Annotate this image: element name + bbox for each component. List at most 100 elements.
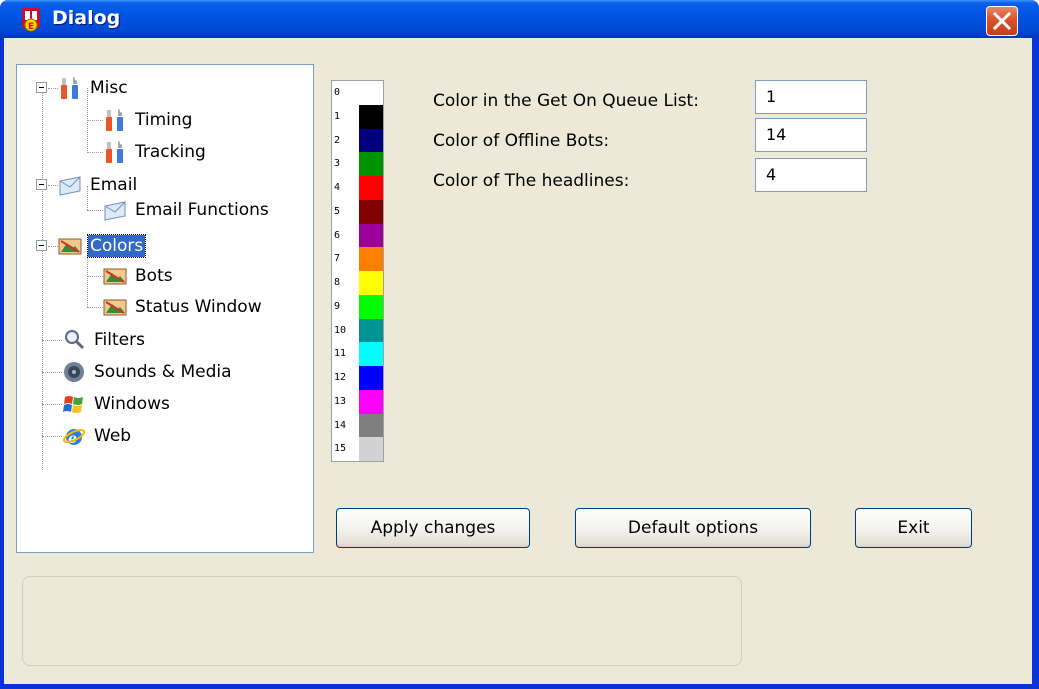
tree-item-email[interactable]: Email	[58, 171, 139, 199]
status-panel	[22, 576, 742, 666]
palette-picture-icon	[103, 268, 127, 285]
close-button[interactable]	[986, 6, 1018, 36]
tree-item-filters[interactable]: Filters	[62, 326, 147, 354]
colors-collapse-toggle[interactable]	[36, 240, 47, 251]
palette-index: 11	[334, 348, 347, 360]
palette-row: 8	[332, 271, 383, 295]
color-palette: 0 1 2 3 4 5 6 7 8 9 10 11 12 13 14 15	[331, 80, 384, 462]
tools-icon	[106, 109, 123, 131]
palette-index: 7	[334, 253, 341, 265]
email-collapse-toggle[interactable]	[36, 179, 47, 190]
palette-row: 4	[332, 176, 383, 200]
palette-row: 14	[332, 413, 383, 438]
palette-row: 0	[332, 81, 383, 105]
palette-index: 0	[334, 87, 341, 98]
palette-picture-icon	[58, 238, 82, 255]
tree-item-label: Tracking	[135, 142, 206, 162]
envelope-icon	[59, 176, 81, 196]
settings-tree[interactable]: Misc Timing Tracking Email Email Functio…	[16, 64, 314, 553]
palette-index: 5	[334, 205, 341, 217]
palette-index: 2	[334, 134, 341, 146]
offline-bots-color-label: Color of Offline Bots:	[433, 131, 610, 151]
app-icon: E	[22, 8, 40, 32]
palette-row: 12	[332, 366, 383, 390]
palette-row: 9	[332, 294, 383, 319]
tree-item-label: Sounds & Media	[94, 362, 232, 382]
palette-swatch	[359, 128, 383, 153]
palette-swatch	[359, 176, 383, 200]
palette-picture-icon	[103, 299, 127, 316]
headlines-color-input[interactable]: 4	[755, 158, 867, 192]
tree-item-label: Timing	[135, 110, 193, 130]
palette-index: 12	[334, 372, 347, 383]
tree-item-timing[interactable]: Timing	[103, 106, 194, 134]
palette-index: 13	[334, 395, 347, 407]
tree-item-label: Misc	[90, 78, 128, 98]
palette-index: 8	[334, 277, 341, 288]
palette-row: 10	[332, 318, 383, 343]
tree-item-label: Web	[94, 426, 132, 446]
tree-item-windows[interactable]: Windows	[62, 390, 172, 418]
palette-swatch	[359, 413, 383, 438]
tree-item-email-functions[interactable]: Email Functions	[103, 196, 271, 224]
palette-swatch	[359, 294, 383, 319]
ie-globe-icon: e	[62, 429, 86, 447]
tools-icon	[61, 77, 78, 99]
exit-button[interactable]: Exit	[855, 508, 972, 548]
palette-row: 2	[332, 128, 383, 153]
palette-row: 7	[332, 247, 383, 271]
palette-row: 15	[332, 437, 383, 461]
palette-swatch	[359, 104, 383, 129]
tree-item-label: Bots	[135, 266, 173, 286]
magnifier-icon	[65, 330, 85, 350]
palette-index: 14	[334, 419, 347, 431]
tools-icon	[106, 141, 123, 163]
palette-row: 11	[332, 342, 383, 366]
tree-item-bots[interactable]: Bots	[103, 262, 175, 290]
offline-bots-color-input[interactable]: 14	[755, 118, 867, 152]
queue-list-color-label: Color in the Get On Queue List:	[433, 91, 699, 111]
palette-index: 10	[334, 324, 347, 336]
windows-flag-icon	[63, 396, 83, 413]
palette-index: 1	[334, 110, 341, 122]
palette-index: 9	[334, 300, 341, 312]
title-bar[interactable]: E Dialog	[0, 0, 1039, 38]
palette-swatch	[359, 152, 383, 176]
palette-row: 5	[332, 199, 383, 224]
svg-text:E: E	[28, 22, 34, 32]
close-icon	[992, 11, 1012, 31]
tree-item-tracking[interactable]: Tracking	[103, 138, 208, 166]
palette-swatch	[359, 81, 383, 105]
palette-swatch	[359, 389, 383, 414]
palette-swatch	[359, 366, 383, 390]
window-title: Dialog	[52, 7, 121, 29]
tree-item-label: Filters	[94, 330, 145, 350]
palette-index: 4	[334, 182, 341, 193]
palette-row: 3	[332, 152, 383, 176]
apply-changes-button[interactable]: Apply changes	[336, 508, 530, 548]
default-options-button[interactable]: Default options	[575, 508, 811, 548]
palette-index: 6	[334, 229, 341, 241]
tree-item-web[interactable]: e Web	[62, 422, 133, 450]
queue-list-color-input[interactable]: 1	[755, 80, 867, 114]
tree-item-sounds-media[interactable]: Sounds & Media	[62, 358, 234, 386]
palette-swatch	[359, 199, 383, 224]
palette-row: 1	[332, 104, 383, 129]
tree-item-label: Windows	[94, 394, 170, 414]
palette-index: 3	[334, 158, 341, 170]
palette-row: 13	[332, 389, 383, 414]
palette-swatch	[359, 342, 383, 366]
speaker-icon	[64, 362, 84, 382]
palette-index: 15	[334, 443, 347, 455]
palette-swatch	[359, 271, 383, 295]
tree-item-misc[interactable]: Misc	[58, 74, 130, 102]
tree-item-status-window[interactable]: Status Window	[103, 293, 264, 321]
tree-item-label: Email Functions	[135, 200, 269, 220]
palette-swatch	[359, 247, 383, 271]
palette-swatch	[359, 318, 383, 343]
envelope-icon	[104, 201, 126, 221]
tree-item-colors[interactable]: Colors	[58, 232, 147, 260]
palette-swatch	[359, 437, 383, 461]
dialog-body: Misc Timing Tracking Email Email Functio…	[4, 38, 1032, 684]
misc-collapse-toggle[interactable]	[36, 82, 47, 93]
